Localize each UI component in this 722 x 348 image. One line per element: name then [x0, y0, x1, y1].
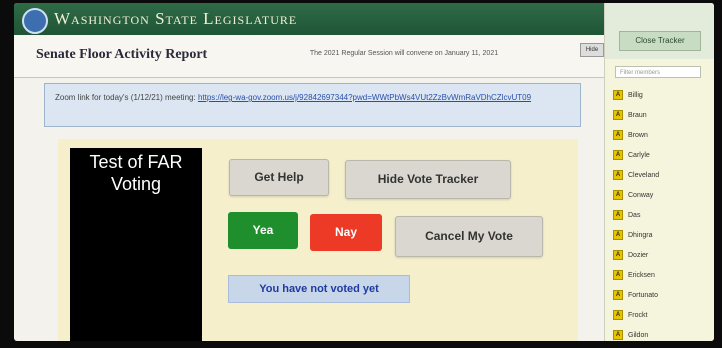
- zoom-meeting-link[interactable]: https://leg-wa-gov.zoom.us/j/92842697344…: [198, 93, 531, 102]
- report-subheader: Senate Floor Activity Report The 2021 Re…: [14, 35, 604, 78]
- vote-title: Test of FAR Voting: [89, 152, 183, 194]
- zoom-link-prefix: Zoom link for today's (1/12/21) meeting:: [55, 93, 198, 102]
- member-name: Fortunato: [628, 291, 658, 299]
- page-title: Senate Floor Activity Report: [36, 47, 208, 62]
- status-badge: A: [613, 330, 623, 340]
- status-badge: A: [613, 170, 623, 180]
- member-name: Ericksen: [628, 271, 655, 279]
- list-item: A Frockt: [613, 305, 713, 325]
- status-badge: A: [613, 130, 623, 140]
- member-name: Braun: [628, 111, 647, 119]
- status-badge: A: [613, 230, 623, 240]
- list-item: A Dozier: [613, 245, 713, 265]
- list-item: A Carlyle: [613, 145, 713, 165]
- member-list: A Billig A Braun A Brown A Carlyle A Clevelan…: [613, 85, 713, 341]
- list-item: A Conway: [613, 185, 713, 205]
- hide-header-button[interactable]: Hide: [580, 43, 604, 57]
- status-badge: A: [613, 310, 623, 320]
- session-notice: The 2021 Regular Session will convene on…: [309, 50, 499, 57]
- close-tracker-button[interactable]: Close Tracker: [619, 31, 701, 51]
- list-item: A Cleveland: [613, 165, 713, 185]
- zoom-link-banner: Zoom link for today's (1/12/21) meeting:…: [44, 83, 581, 127]
- status-badge: A: [613, 250, 623, 260]
- vote-status-badge: You have not voted yet: [228, 275, 410, 303]
- list-item: A Dhingra: [613, 225, 713, 245]
- status-badge: A: [613, 190, 623, 200]
- member-name: Gildon: [628, 331, 649, 339]
- vote-title-box: Test of FAR Voting: [70, 148, 202, 341]
- list-item: A Billig: [613, 85, 713, 105]
- member-filter-input[interactable]: Filter members: [615, 66, 701, 78]
- member-name: Carlyle: [628, 151, 650, 159]
- status-badge: A: [613, 290, 623, 300]
- member-name: Brown: [628, 131, 648, 139]
- member-name: Das: [628, 211, 641, 219]
- status-badge: A: [613, 270, 623, 280]
- status-badge: A: [613, 210, 623, 220]
- get-help-button[interactable]: Get Help: [229, 159, 329, 196]
- list-item: A Gildon: [613, 325, 713, 341]
- zoom-link-text: Zoom link for today's (1/12/21) meeting:…: [55, 92, 555, 103]
- member-name: Conway: [628, 191, 654, 199]
- member-name: Billig: [628, 91, 643, 99]
- list-item: A Ericksen: [613, 265, 713, 285]
- cancel-vote-button[interactable]: Cancel My Vote: [395, 216, 543, 257]
- member-name: Dhingra: [628, 231, 653, 239]
- member-name: Frockt: [628, 311, 648, 319]
- list-item: A Fortunato: [613, 285, 713, 305]
- list-item: A Braun: [613, 105, 713, 125]
- vote-tracker-sidebar: Close Tracker Filter members A Billig A Br…: [604, 3, 714, 341]
- member-name: Cleveland: [628, 171, 660, 179]
- site-title[interactable]: Washington State Legislature: [54, 9, 297, 29]
- site-header: Washington State Legislature: [14, 3, 604, 35]
- browser-screen: Washington State Legislature Senate Floo…: [14, 3, 714, 341]
- status-badge: A: [613, 150, 623, 160]
- list-item: A Brown: [613, 125, 713, 145]
- hide-vote-tracker-button[interactable]: Hide Vote Tracker: [345, 160, 511, 199]
- sidebar-header: Close Tracker: [605, 3, 714, 59]
- nay-button[interactable]: Nay: [310, 214, 382, 251]
- status-badge: A: [613, 110, 623, 120]
- state-seal-icon: [22, 8, 48, 34]
- member-name: Dozier: [628, 251, 649, 259]
- yea-button[interactable]: Yea: [228, 212, 298, 249]
- status-badge: A: [613, 90, 623, 100]
- list-item: A Das: [613, 205, 713, 225]
